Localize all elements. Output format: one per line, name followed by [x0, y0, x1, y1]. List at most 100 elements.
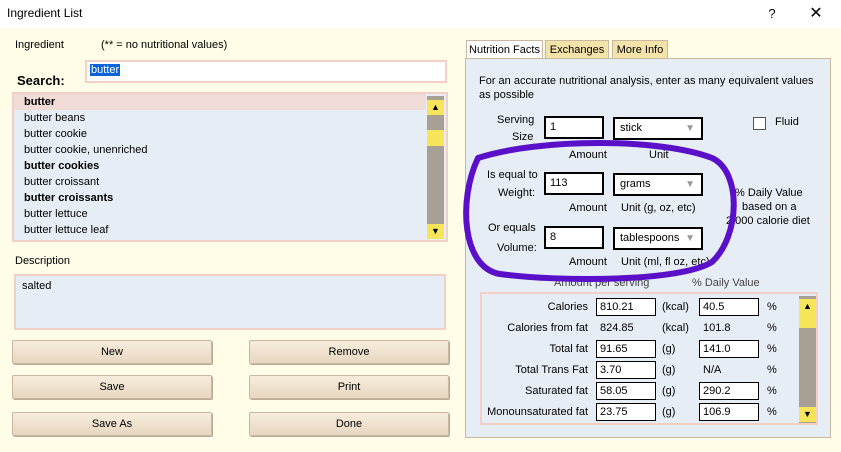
scroll-down-icon[interactable]: ▼	[799, 407, 816, 422]
search-label: Search:	[17, 73, 65, 88]
serving-amount-input[interactable]: 1	[544, 116, 604, 139]
list-item[interactable]: butter cookie	[14, 126, 426, 142]
nutrient-daily-value[interactable]: 106.9	[699, 403, 759, 421]
description-field[interactable]: salted	[14, 274, 446, 330]
tab-exchanges[interactable]: Exchanges	[545, 40, 609, 59]
list-item[interactable]: butter	[14, 94, 426, 110]
scroll-thumb[interactable]	[799, 314, 816, 328]
nutrient-name: Total fat	[549, 343, 588, 355]
title-bar	[0, 0, 841, 28]
nutrient-value[interactable]: 23.75	[596, 403, 656, 421]
nutrient-name: Saturated fat	[525, 385, 588, 397]
scroll-up-icon[interactable]: ▲	[799, 299, 816, 314]
search-input[interactable]: butter	[85, 60, 447, 83]
nutrition-table: Calories 810.21 (kcal) 40.5% Calories from f…	[480, 292, 818, 425]
ingredient-label: Ingredient	[15, 39, 64, 51]
intro-text-2: as possible	[479, 89, 535, 101]
chevron-down-icon: ▼	[685, 123, 695, 134]
nutrient-value[interactable]: 3.70	[596, 361, 656, 379]
nutrient-value[interactable]: 91.65	[596, 340, 656, 358]
nutrient-unit: (g)	[662, 385, 676, 397]
list-item[interactable]: butter lettuce	[14, 206, 426, 222]
nutrient-unit: (g)	[662, 364, 676, 376]
daily-value-note: % Daily Value	[735, 187, 803, 199]
description-value: salted	[22, 280, 52, 292]
percent-sign: %	[767, 301, 777, 313]
nutrient-daily-value[interactable]: 40.5	[699, 298, 759, 316]
save-button[interactable]: Save	[12, 375, 212, 399]
list-item[interactable]: butter cookie, unenriched	[14, 142, 426, 158]
scroll-down-icon[interactable]: ▼	[427, 224, 444, 239]
nutrient-daily-value: 101.8	[703, 322, 731, 334]
ingredient-list-items: butter butter beans butter cookie butter co…	[14, 94, 426, 240]
save-as-button[interactable]: Save As	[12, 412, 212, 436]
weight-unit-caption: Unit (g, oz, etc)	[621, 202, 696, 214]
nutrient-daily-value: N/A	[703, 364, 722, 376]
nutrient-value[interactable]: 58.05	[596, 382, 656, 400]
daily-value-note-3: 2,000 calorie diet	[726, 215, 810, 227]
volume-unit-caption: Unit (ml, fl oz, etc)	[621, 256, 710, 268]
weight-unit-select[interactable]: grams ▼	[613, 173, 703, 196]
serving-unit-caption: Unit	[649, 149, 669, 161]
serving-amount-caption: Amount	[569, 149, 607, 161]
percent-sign: %	[767, 364, 777, 376]
print-button[interactable]: Print	[249, 375, 449, 399]
chevron-down-icon: ▼	[685, 179, 695, 190]
intro-text: For an accurate nutritional analysis, en…	[479, 75, 814, 87]
list-item[interactable]: butter lettuce leaf	[14, 222, 426, 238]
list-item[interactable]: butter cookies	[14, 158, 426, 174]
chevron-down-icon: ▼	[685, 233, 695, 244]
fluid-checkbox[interactable]	[753, 117, 766, 130]
scroll-up-icon[interactable]: ▲	[427, 100, 444, 115]
weight-unit-value: grams	[620, 178, 651, 190]
nutrient-daily-value[interactable]: 141.0	[699, 340, 759, 358]
nutrient-value[interactable]: 810.21	[596, 298, 656, 316]
nutrient-name: Calories from fat	[507, 322, 588, 334]
list-item[interactable]: butter croissants	[14, 190, 426, 206]
nutrient-unit: (g)	[662, 406, 676, 418]
nutrition-scrollbar[interactable]: ▲ ▼	[799, 296, 816, 423]
volume-unit-select[interactable]: tablespoons ▼	[613, 227, 703, 250]
nutrient-name: Monounsaturated fat	[487, 406, 588, 418]
volume-label-2: Volume:	[497, 242, 537, 254]
serving-unit-value: stick	[620, 122, 642, 134]
daily-value-note-2: based on a	[742, 201, 797, 213]
nutrient-daily-value[interactable]: 290.2	[699, 382, 759, 400]
no-values-note: (** = no nutritional values)	[101, 39, 228, 51]
close-button[interactable]: ✕	[796, 3, 836, 25]
serving-label: Serving	[497, 114, 535, 126]
nutrient-unit: (g)	[662, 343, 676, 355]
scroll-thumb[interactable]	[427, 130, 444, 146]
weight-label-2: Weight:	[498, 187, 536, 199]
tab-more-info[interactable]: More Info	[612, 40, 668, 59]
volume-unit-value: tablespoons	[620, 232, 680, 244]
weight-amount-caption: Amount	[569, 202, 607, 214]
list-item[interactable]: butter croissant	[14, 174, 426, 190]
nutrient-unit: (kcal)	[662, 301, 689, 313]
nutrient-name: Calories	[547, 301, 588, 313]
list-item[interactable]: butter beans	[14, 110, 426, 126]
fluid-label: Fluid	[775, 116, 799, 128]
nutrition-facts-panel: For an accurate nutritional analysis, en…	[465, 58, 831, 438]
tab-nutrition-facts[interactable]: Nutrition Facts	[466, 40, 543, 59]
description-label: Description	[15, 255, 71, 267]
serving-size-label: Size	[512, 131, 534, 143]
done-button[interactable]: Done	[249, 412, 449, 436]
nutrient-unit: (kcal)	[662, 322, 689, 334]
percent-sign: %	[767, 385, 777, 397]
percent-sign: %	[767, 343, 777, 355]
volume-amount-input[interactable]: 8	[544, 226, 604, 249]
remove-button[interactable]: Remove	[249, 340, 449, 364]
serving-unit-select[interactable]: stick ▼	[613, 117, 703, 140]
percent-sign: %	[767, 322, 777, 334]
volume-amount-caption: Amount	[569, 256, 607, 268]
ingredient-list[interactable]: butter butter beans butter cookie butter co…	[12, 92, 448, 242]
amount-per-serving-header: Amount per serving	[554, 277, 650, 289]
weight-amount-input[interactable]: 113	[544, 172, 604, 195]
ingredient-list-scrollbar[interactable]: ▲ ▼	[427, 96, 444, 239]
window-title: Ingredient List	[7, 6, 83, 20]
help-button[interactable]: ?	[760, 3, 784, 25]
new-button[interactable]: New	[12, 340, 212, 364]
weight-label: Is equal to	[487, 169, 538, 181]
search-input-value: butter	[90, 64, 121, 76]
